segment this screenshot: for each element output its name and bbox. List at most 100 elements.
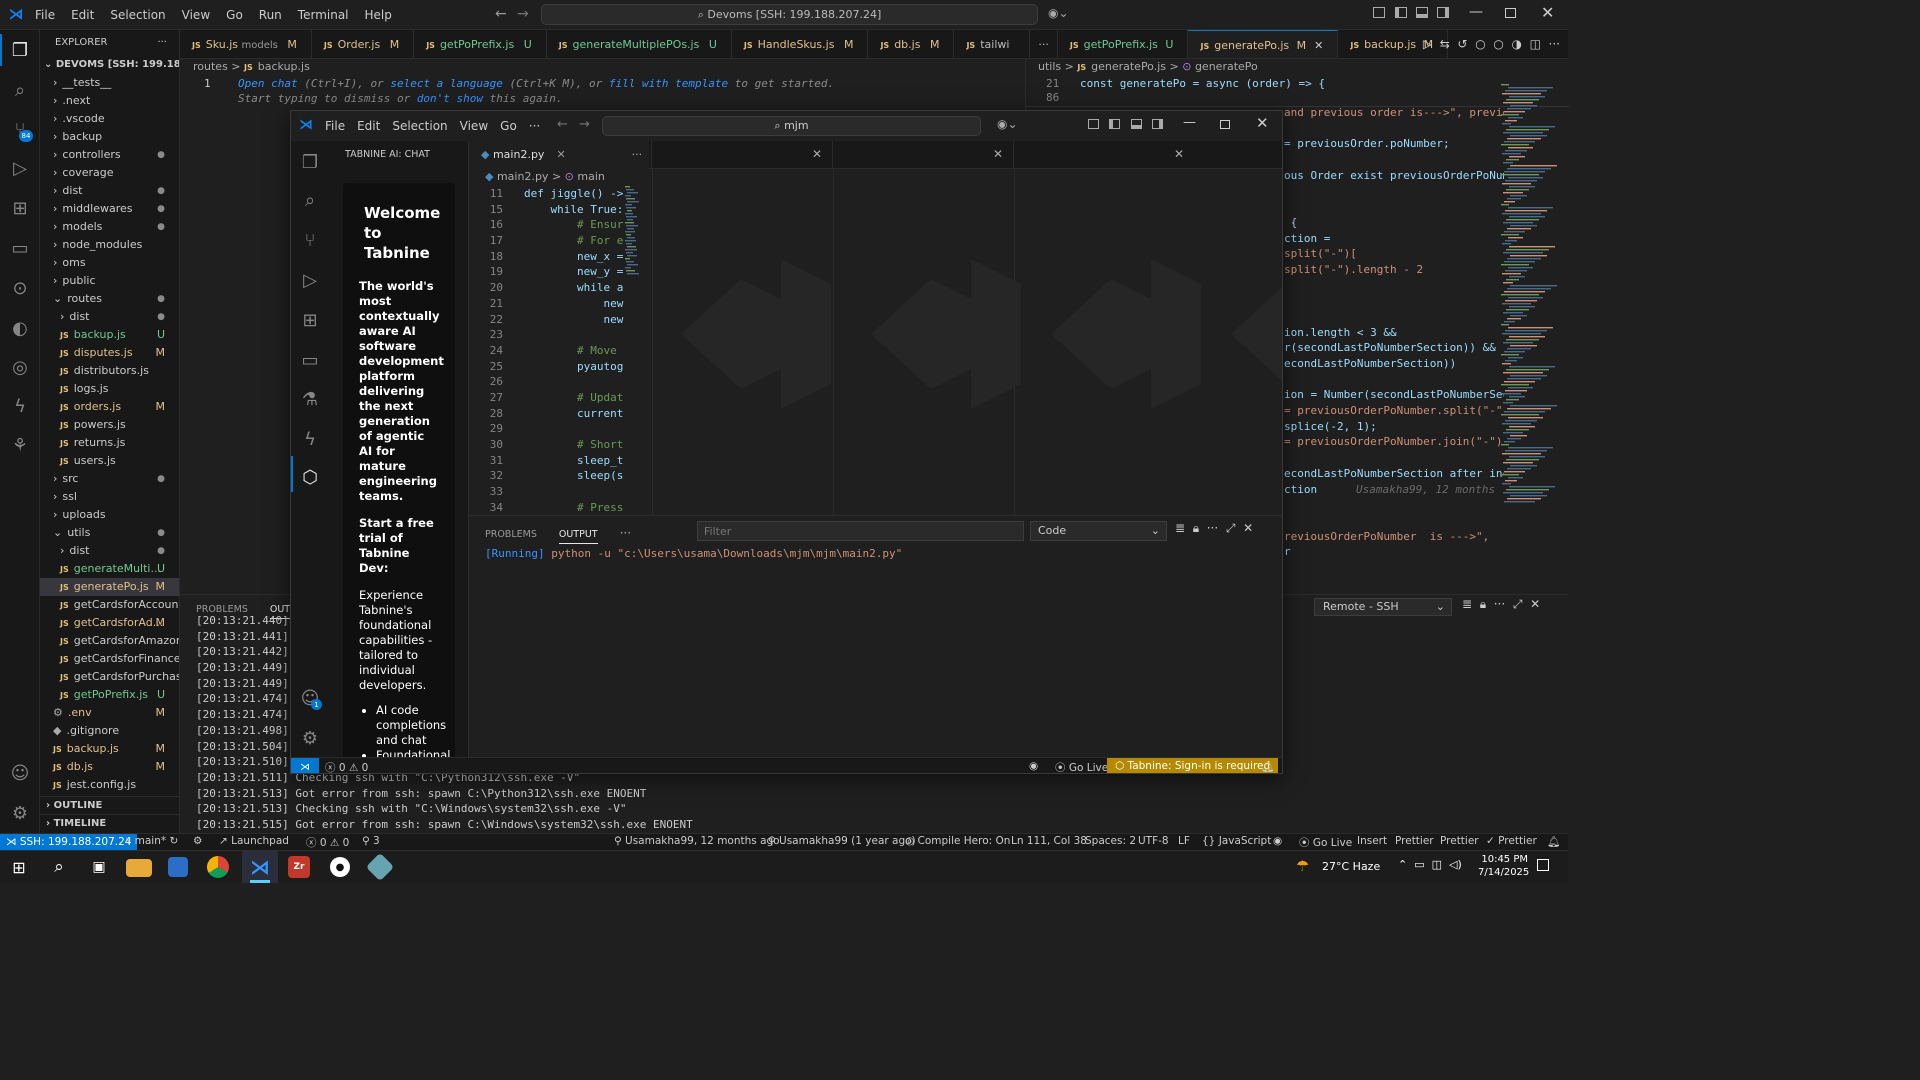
tree-item[interactable]: › __tests__ [40,74,179,92]
settings-gear-icon[interactable]: ⚙ [298,726,322,750]
menu-file[interactable]: File [325,119,345,133]
tree-item[interactable]: JS backup.js M [40,740,179,758]
maximize-panel-icon[interactable]: ⤢ [1513,597,1523,611]
copilot-status-icon[interactable]: ◉ [1029,760,1038,772]
outline-section[interactable]: › OUTLINE [40,796,179,814]
search-icon[interactable]: ⌕ [48,856,70,878]
more-icon[interactable]: ··· [620,526,631,540]
tree-item[interactable]: JS generateMulti... U [40,560,179,578]
volume-icon[interactable]: ◁) [1449,858,1462,871]
chrome-icon[interactable] [207,856,229,878]
python-icon[interactable]: ⚘ [8,433,32,457]
source-control-icon[interactable]: ⑂ [298,228,322,252]
lock-icon[interactable]: 🔒︎ [1480,597,1486,611]
close-window-icon[interactable]: ✕ [1541,3,1554,22]
minimize-icon[interactable]: — [1469,4,1483,20]
editor-tab[interactable]: JS Sku.js models M [180,30,312,58]
explorer-icon[interactable]: ❐ [8,38,32,62]
select-language-link[interactable]: select a language [390,77,503,90]
tab-output[interactable]: OUTPUT [558,529,598,544]
open-chat-link[interactable]: Open chat [238,77,298,90]
remote-indicator-icon[interactable]: ⋊ [291,758,319,773]
line-ending[interactable]: LF [1178,835,1190,847]
lightning-icon[interactable]: ϟ [298,427,322,451]
breadcrumb-folder[interactable]: utils [1038,60,1061,73]
graph-icon[interactable]: ⚙ [193,835,202,847]
close-group-icon[interactable]: ✕ [993,147,1003,161]
compare-icon[interactable]: ⇆ [1440,37,1450,51]
tab-problems[interactable]: PROBLEMS [485,529,537,540]
run-debug-icon[interactable]: ▷ [298,268,322,292]
prettier-status-check[interactable]: ✓ Prettier [1486,835,1537,847]
toggle-secondary-icon[interactable] [1152,119,1163,129]
restore-icon[interactable] [1505,8,1516,18]
tabnine-icon[interactable]: ⬡ [298,465,322,489]
file-blame[interactable]: ⚲ Usamakha99 (1 year ago) [768,835,916,847]
tree-item[interactable]: › uploads [40,506,179,524]
remote-explorer-icon[interactable]: ▭ [8,236,32,260]
revert-icon[interactable]: ↺ [1457,37,1467,51]
more-actions-icon[interactable]: ··· [632,148,643,161]
lightning-icon[interactable]: ϟ [8,394,32,418]
menu-go[interactable]: Go [226,8,243,22]
insert-mode[interactable]: Insert [1357,835,1387,847]
tree-item[interactable]: JS getCardsforFinance.js [40,650,179,668]
encoding[interactable]: UTF-8 [1138,835,1169,847]
menu-edit[interactable]: Edit [71,8,94,22]
chevron-up-icon[interactable]: ⌃ [1398,858,1407,871]
back-arrow-icon[interactable]: ← [495,6,507,22]
browser-app-icon[interactable]: ● [330,857,350,877]
tree-item[interactable]: JS distributors.js [40,362,179,380]
editor-tab[interactable]: JS HandleSkus.js M [732,30,869,58]
menu-selection[interactable]: Selection [392,119,447,133]
workspace-root[interactable]: ⌄ DEVOMS [SSH: 199.188.20... [40,56,179,74]
extensions-icon[interactable]: ⊞ [8,196,32,220]
close-window-icon[interactable]: ✕ [1256,114,1269,132]
forward-arrow-icon[interactable]: → [579,117,590,132]
output-channel-select[interactable]: Code ⌄ [1030,521,1167,541]
menu-selection[interactable]: Selection [110,8,165,22]
tree-item[interactable]: › models ● [40,218,179,236]
timeline-icon[interactable]: ◎ [8,355,32,379]
tree-item[interactable]: JS getCardsforAd... M [40,614,179,632]
tree-item[interactable]: ⌄ routes ● [40,290,179,308]
menu-go[interactable]: Go [500,119,517,133]
line-blame[interactable]: ⚲ Usamakha99, 12 months ago [614,835,780,847]
notifications-bell-icon[interactable]: 🔔︎ [1547,835,1560,848]
close-group-icon[interactable]: ✕ [1174,147,1184,161]
tree-item[interactable]: › middlewares ● [40,200,179,218]
prettier-status[interactable]: Prettier [1395,835,1434,847]
more-actions-icon[interactable]: ··· [1549,37,1560,51]
menu-more-icon[interactable]: ··· [529,119,540,133]
split-editor-icon[interactable]: ◫ [1530,37,1541,51]
tab-main2-py[interactable]: ◆ main2.py ✕ ··· [469,141,649,169]
search-icon[interactable]: ⌕ [298,188,322,212]
minimize-icon[interactable]: — [1183,115,1196,130]
go-live-button[interactable]: ⦿ Go Live [1055,760,1108,773]
windows-start-icon[interactable]: ⊞ [10,858,28,877]
menu-run[interactable]: Run [259,8,282,22]
tree-item[interactable]: JS getCardsforAccount.js [40,596,179,614]
editor-tab[interactable]: JS generatePo.js M ✕ [1188,30,1339,58]
tree-item[interactable]: JS powers.js [40,416,179,434]
tree-item[interactable]: JS backup.js U [40,326,179,344]
editor-tab[interactable]: JS getPoPrefix.js U [414,30,547,58]
tree-item[interactable]: › backup [40,128,179,146]
menu-terminal[interactable]: Terminal [298,8,349,22]
breadcrumb-symbol[interactable]: main [577,170,604,183]
tree-item[interactable]: › coverage [40,164,179,182]
remote-ssh-indicator[interactable]: ⋊ SSH: 199.188.207.24 [0,834,138,850]
menu-view[interactable]: View [182,8,210,22]
more-actions-icon[interactable]: ··· [157,30,167,56]
tree-item[interactable]: JS logs.js [40,380,179,398]
tree-item[interactable]: ◆ .gitignore [40,722,179,740]
toggle-secondary-sidebar-icon[interactable] [1437,7,1449,18]
cursor-position[interactable]: Ln 111, Col 38 [1011,835,1087,847]
tree-item[interactable]: › public [40,272,179,290]
close-group-icon[interactable]: ✕ [812,147,822,161]
more-tabs-icon[interactable]: ··· [1030,30,1058,58]
launchpad-button[interactable]: ↗ Launchpad [219,835,289,847]
battery-icon[interactable]: ▭ [1414,858,1424,871]
breadcrumb-file[interactable]: main2.py [497,170,548,183]
breadcrumb-symbol[interactable]: generatePo [1195,60,1258,73]
